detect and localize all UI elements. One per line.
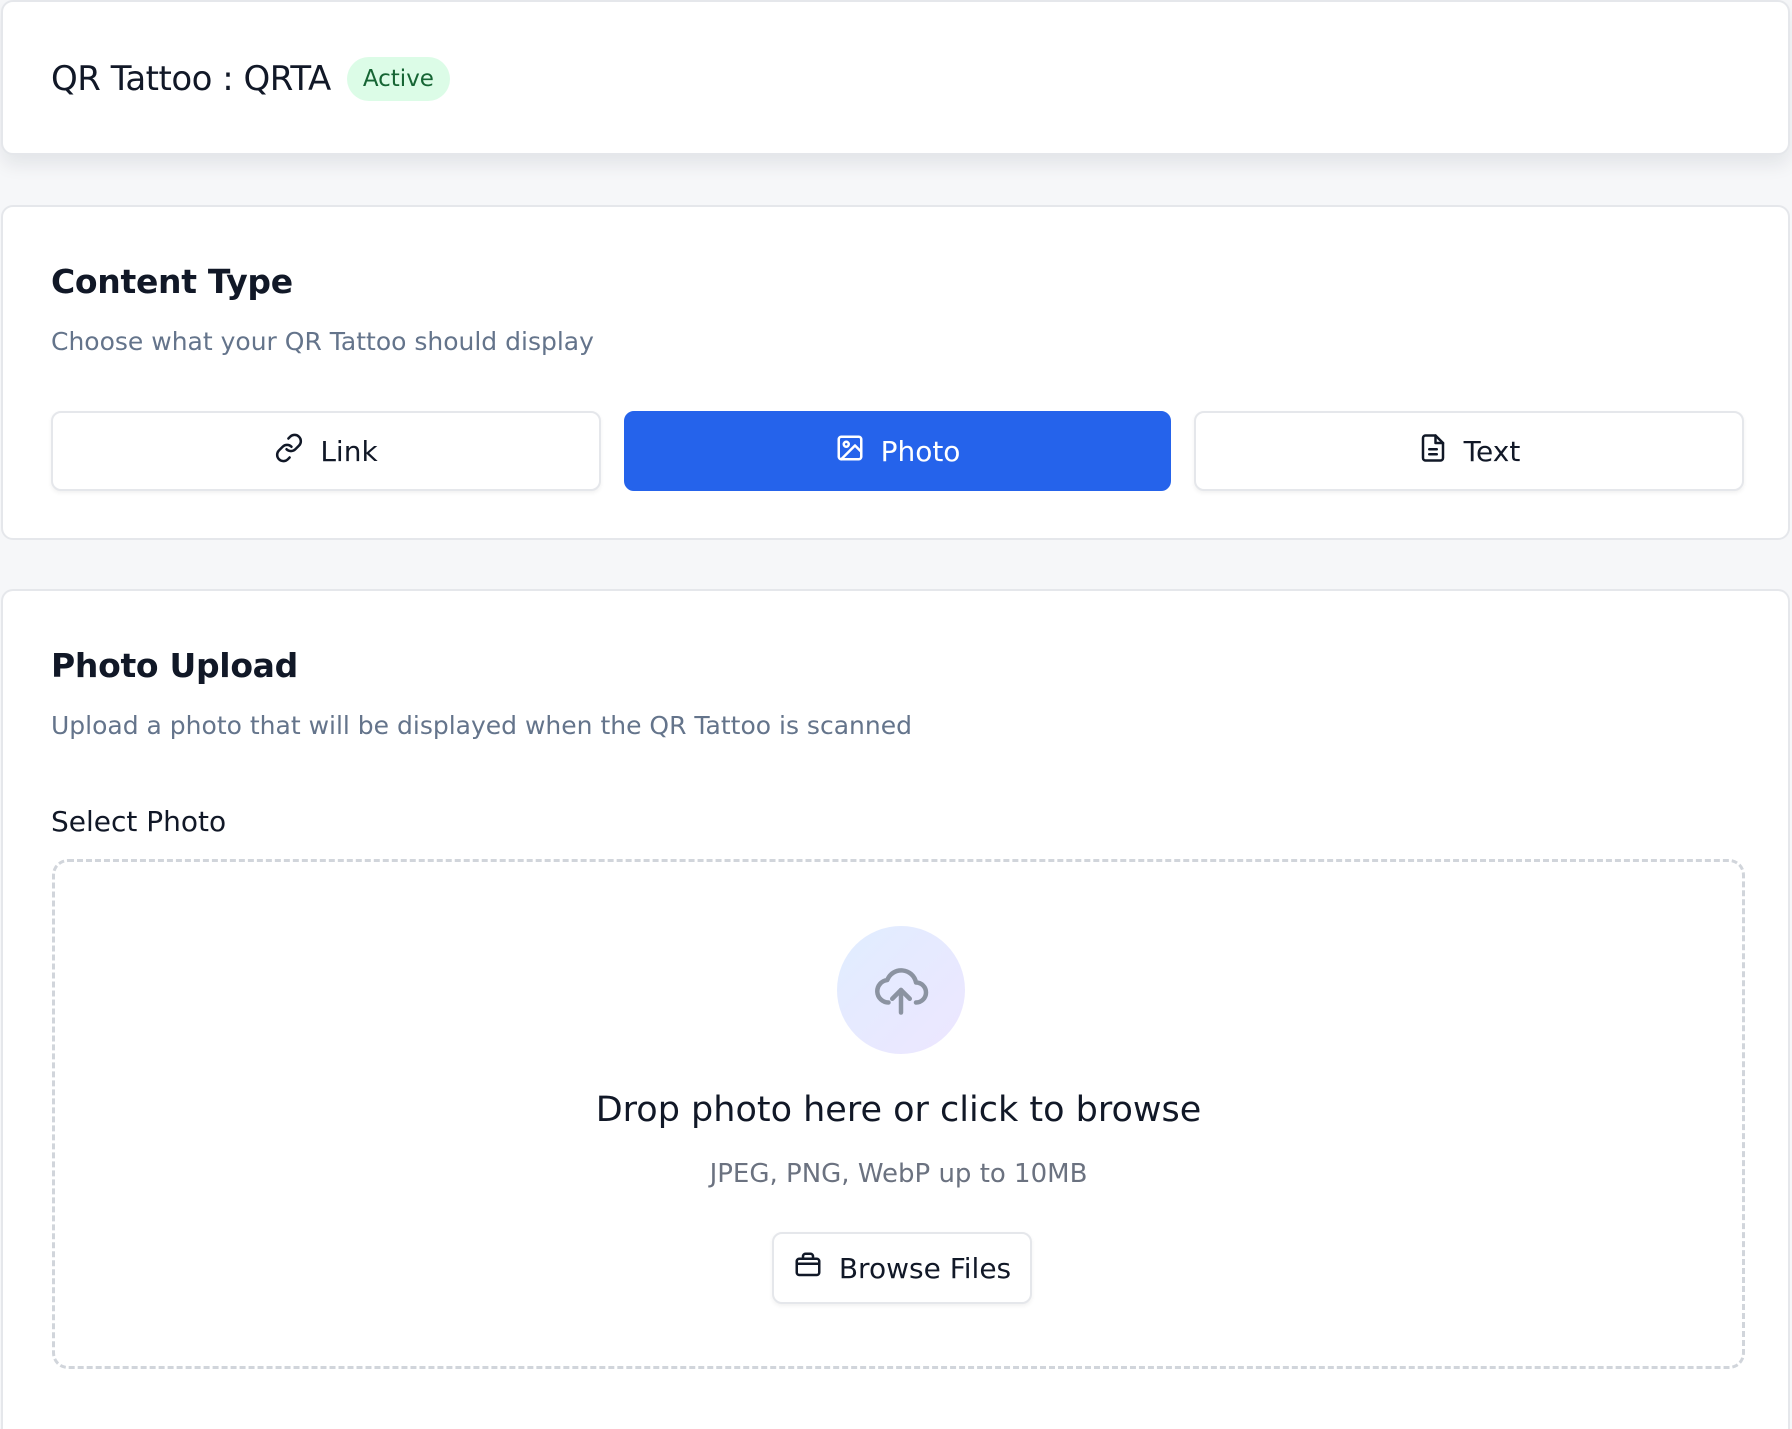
content-type-card: Content Type Choose what your QR Tattoo … [1,205,1790,540]
photo-upload-title: Photo Upload [51,646,298,685]
content-type-link-button[interactable]: Link [51,411,601,491]
content-type-link-label: Link [320,434,378,468]
photo-dropzone[interactable]: Drop photo here or click to browse JPEG,… [52,859,1745,1369]
content-type-text-label: Text [1463,434,1521,468]
content-type-title: Content Type [51,262,293,301]
status-badge: Active [346,57,450,101]
dropzone-hint: JPEG, PNG, WebP up to 10MB [709,1159,1088,1189]
photo-upload-card: Photo Upload Upload a photo that will be… [1,589,1790,1429]
photo-upload-subtitle: Upload a photo that will be displayed wh… [51,711,912,740]
select-photo-label: Select Photo [51,805,227,838]
briefcase-icon [793,1250,823,1287]
content-type-text-button[interactable]: Text [1194,411,1744,491]
content-type-photo-label: Photo [880,434,961,468]
header-card: QR Tattoo : QRTA Active [1,0,1790,155]
browse-files-label: Browse Files [838,1251,1012,1285]
file-text-icon [1418,433,1448,470]
image-icon [835,433,865,470]
dropzone-title: Drop photo here or click to browse [595,1090,1202,1130]
header-row: QR Tattoo : QRTA Active [51,54,450,104]
link-icon [274,433,304,470]
page-title: QR Tattoo : QRTA [51,59,331,99]
content-type-subtitle: Choose what your QR Tattoo should displa… [51,327,594,356]
cloud-upload-icon [837,926,965,1054]
browse-files-button[interactable]: Browse Files [772,1232,1032,1304]
content-type-photo-button[interactable]: Photo [624,411,1171,491]
